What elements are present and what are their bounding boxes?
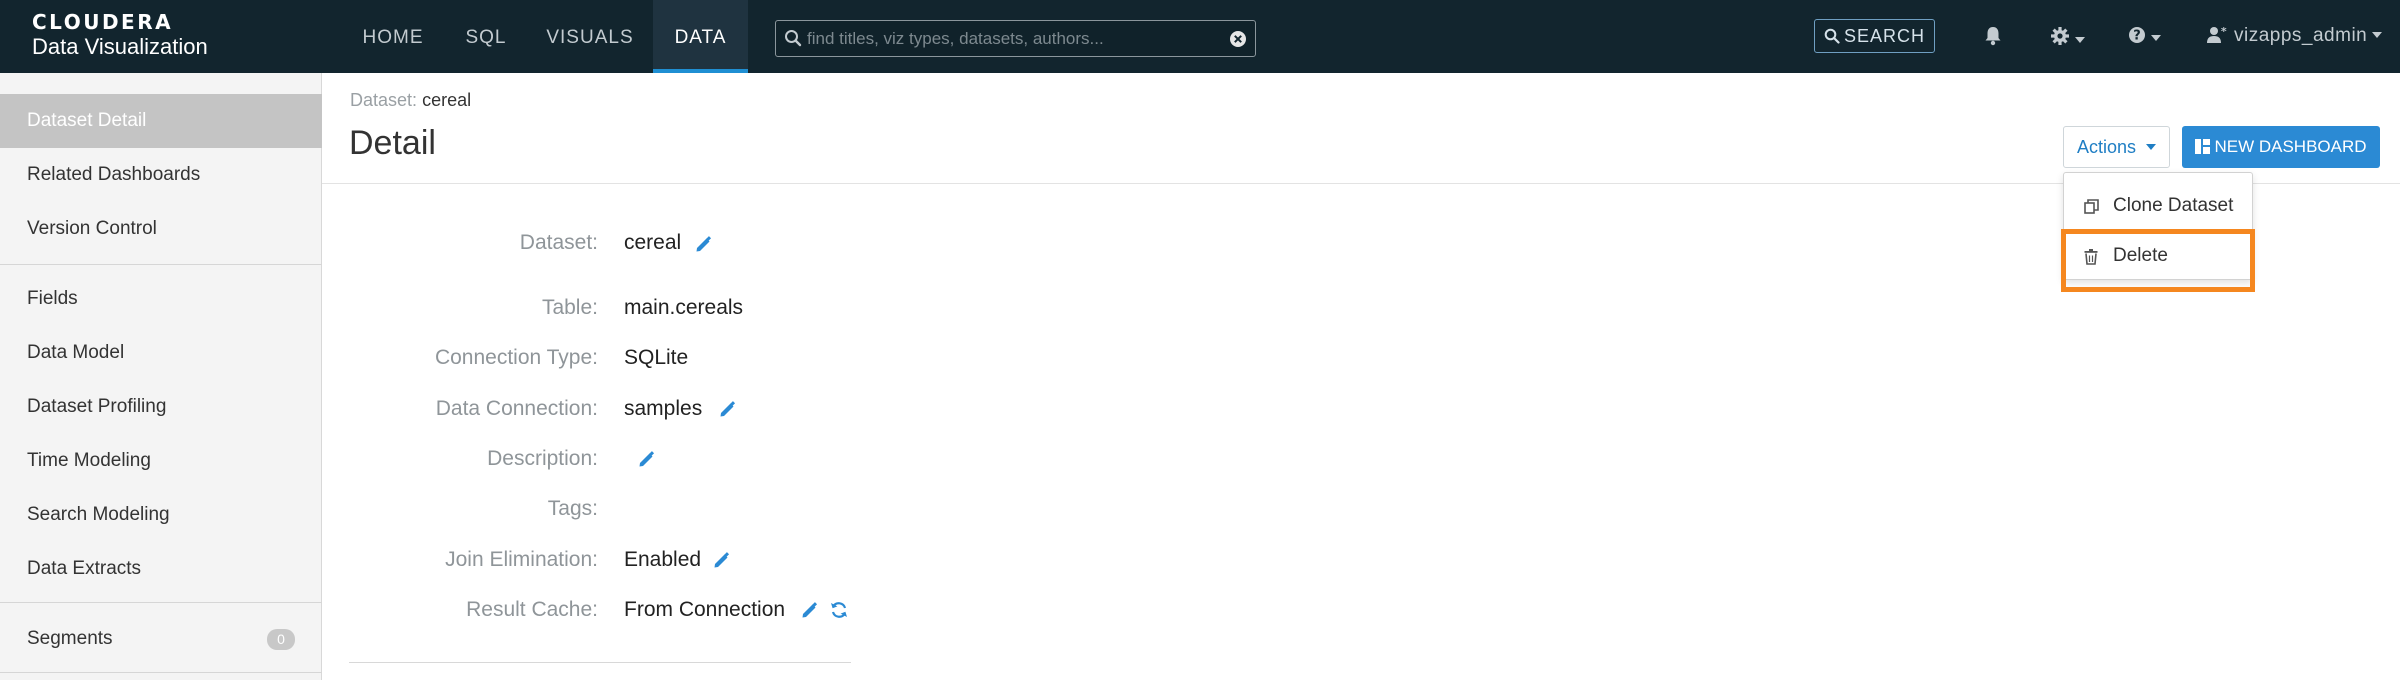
chevron-down-icon [2075,37,2085,43]
field-value-dataset: cereal [624,231,682,254]
field-value-connection-type: SQLite [624,346,689,369]
search-icon [784,29,802,52]
chevron-down-icon [2146,144,2157,150]
nav-tab-home[interactable]: HOME [345,0,441,73]
global-search-input[interactable] [807,25,1217,52]
search-icon [1824,28,1840,44]
global-search-box [775,20,1256,57]
field-label-table: Table: [541,296,598,319]
clear-search-icon[interactable] [1229,30,1247,53]
edit-pencil-icon[interactable] [695,236,712,258]
sidebar-item-time-modeling[interactable]: Time Modeling [0,434,322,488]
brand-logo[interactable]: CLOUDERA Data Visualization [32,10,208,60]
top-navbar: CLOUDERA Data Visualization HOME SQL VIS… [0,0,2400,73]
new-dashboard-label: NEW DASHBOARD [2214,137,2367,156]
user-name: vizapps_admin [2234,25,2368,46]
sidebar-item-version-control[interactable]: Version Control [0,202,322,256]
edit-pencil-icon[interactable] [719,401,736,423]
sidebar-item-data-model[interactable]: Data Model [0,326,322,380]
clone-icon [2084,199,2099,214]
nav-tab-sql[interactable]: SQL [459,0,513,73]
svg-text:?: ? [2133,29,2141,44]
field-value-result-cache: From Connection [624,598,786,621]
sidebar-item-related-dashboards[interactable]: Related Dashboards [0,148,322,202]
field-label-data-connection: Data Connection: [435,397,598,420]
brand-product: Data Visualization [32,34,208,59]
sidebar-divider [0,602,322,603]
actions-button-label: Actions [2076,137,2137,157]
nav-tab-data[interactable]: DATA [653,0,748,73]
edit-pencil-icon[interactable] [801,602,818,624]
sidebar-item-data-extracts[interactable]: Data Extracts [0,542,322,596]
breadcrumb: Dataset: cereal [350,90,471,111]
delete-highlight-box [2061,229,2255,292]
sidebar-divider [0,264,322,265]
field-value-data-connection: samples [624,397,703,420]
refresh-icon[interactable] [830,601,848,624]
edit-pencil-icon[interactable] [638,451,655,473]
sidebar-item-fields[interactable]: Fields [0,272,322,326]
chevron-down-icon [2151,35,2161,41]
nav-tab-visuals[interactable]: VISUALS [538,0,642,73]
field-label-tags: Tags: [547,497,598,520]
details-divider [349,662,851,663]
dataset-sidebar: Dataset Detail Related Dashboards Versio… [0,73,322,680]
edit-pencil-icon[interactable] [713,552,730,574]
user-menu[interactable]: * vizapps_admin [2206,25,2383,47]
field-label-dataset: Dataset: [519,231,598,254]
sidebar-item-dataset-profiling[interactable]: Dataset Profiling [0,380,322,434]
field-label-description: Description: [487,447,598,470]
chevron-down-icon [2372,32,2383,38]
help-icon[interactable]: ? [2128,26,2161,49]
search-button[interactable]: SEARCH [1814,19,1935,53]
brand-name: CLOUDERA [32,10,174,34]
sidebar-item-segments[interactable]: Segments 0 [0,612,322,666]
dashboard-grid-icon [2195,139,2211,154]
menu-item-clone-dataset[interactable]: Clone Dataset [2064,186,2252,226]
settings-gear-icon[interactable] [2050,26,2085,51]
svg-text:*: * [2221,26,2227,38]
new-dashboard-button[interactable]: NEW DASHBOARD [2182,126,2380,168]
actions-dropdown-button[interactable]: Actions [2063,126,2170,168]
field-label-result-cache: Result Cache: [466,598,598,621]
search-button-label: SEARCH [1843,26,1925,46]
field-value-join-elimination: Enabled [624,548,702,571]
menu-item-label: Clone Dataset [2113,195,2234,216]
sidebar-divider [0,672,322,673]
notifications-bell-icon[interactable] [1984,26,2002,51]
user-admin-icon: * [2207,25,2227,43]
sidebar-item-dataset-detail[interactable]: Dataset Detail [0,94,322,148]
sidebar-item-search-modeling[interactable]: Search Modeling [0,488,322,542]
field-label-join-elimination: Join Elimination: [445,548,598,571]
page-title: Detail [349,124,436,162]
breadcrumb-label: Dataset: [350,90,418,110]
segments-count-badge: 0 [267,629,295,650]
field-label-connection-type: Connection Type: [434,346,598,369]
breadcrumb-dataset-name: cereal [422,90,472,110]
field-value-table: main.cereals [624,296,744,319]
sidebar-item-label: Segments [27,628,113,649]
